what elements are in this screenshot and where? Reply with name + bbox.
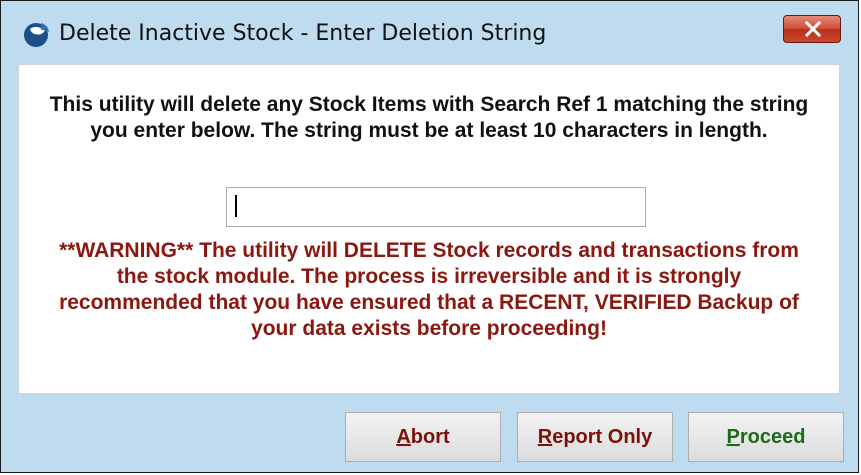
abort-label: bort (410, 426, 450, 448)
title-bar[interactable]: Delete Inactive Stock - Enter Deletion S… (1, 1, 858, 63)
proceed-label: roceed (739, 426, 806, 448)
abort-button[interactable]: Abort (345, 412, 501, 462)
text-caret (235, 195, 237, 217)
close-icon (804, 21, 822, 37)
window-title: Delete Inactive Stock - Enter Deletion S… (59, 21, 547, 46)
dialog-window: Delete Inactive Stock - Enter Deletion S… (0, 0, 859, 473)
close-button[interactable] (783, 15, 841, 43)
abort-mnemonic: A (396, 426, 411, 448)
report-only-button[interactable]: Report Only (517, 412, 673, 462)
report-only-mnemonic: R (537, 426, 553, 448)
info-message: This utility will delete any Stock Items… (49, 93, 809, 142)
proceed-mnemonic: P (726, 426, 740, 448)
app-logo-icon (21, 20, 53, 48)
proceed-button[interactable]: Proceed (688, 412, 844, 462)
deletion-string-input[interactable] (226, 187, 646, 227)
warning-message: **WARNING** The utility will DELETE Stoc… (59, 239, 799, 340)
content-panel: This utility will delete any Stock Items… (18, 64, 840, 394)
report-only-label: eport Only (552, 426, 653, 448)
